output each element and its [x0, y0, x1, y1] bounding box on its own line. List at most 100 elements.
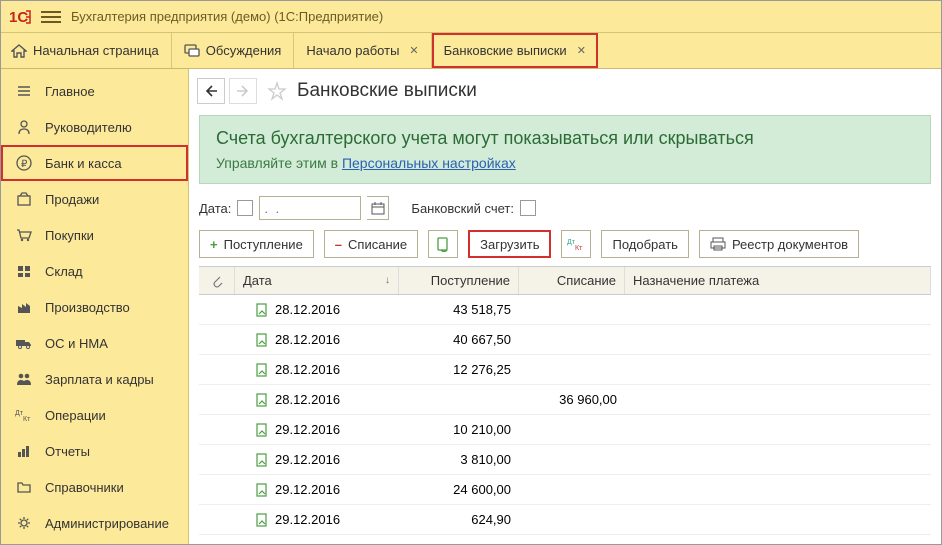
refresh-button[interactable] [428, 230, 458, 258]
calendar-button[interactable] [367, 196, 389, 220]
sidebar-item-label: Склад [45, 264, 83, 279]
table-row[interactable]: 28.12.201643 518,75 [199, 295, 931, 325]
tab-discussions[interactable]: Обсуждения [172, 33, 295, 68]
table-row[interactable]: 29.12.201624 600,00 [199, 475, 931, 505]
column-date[interactable]: Дата ↓ [235, 267, 399, 294]
document-icon [255, 393, 269, 407]
sidebar-item-operations[interactable]: ДтКт Операции [1, 397, 188, 433]
banner-title: Счета бухгалтерского учета могут показыв… [216, 128, 914, 149]
tab-start[interactable]: Начало работы ✕ [294, 33, 431, 68]
cell-income: 24 600,00 [399, 482, 519, 497]
content: Банковские выписки Счета бухгалтерского … [189, 69, 941, 544]
main-menu-button[interactable] [41, 7, 61, 27]
expense-button[interactable]: – Списание [324, 230, 418, 258]
nav-forward-button[interactable] [229, 78, 257, 104]
date-checkbox[interactable] [237, 200, 253, 216]
sidebar-item-assets[interactable]: ОС и НМА [1, 325, 188, 361]
cart-icon [15, 226, 33, 244]
load-button-label: Загрузить [480, 237, 539, 252]
chart-icon [15, 442, 33, 460]
cell-income: 40 667,50 [399, 332, 519, 347]
account-label: Банковский счет: [411, 201, 514, 216]
document-icon [255, 453, 269, 467]
column-attachment[interactable] [199, 267, 235, 294]
cell-date: 28.12.2016 [275, 362, 340, 377]
cell-income: 12 276,25 [399, 362, 519, 377]
column-income[interactable]: Поступление [399, 267, 519, 294]
printer-icon [710, 237, 726, 251]
sidebar-item-sales[interactable]: Продажи [1, 181, 188, 217]
document-icon [255, 513, 269, 527]
grid-icon [15, 262, 33, 280]
tab-bank-statements[interactable]: Банковские выписки ✕ [432, 33, 598, 68]
document-icon [255, 303, 269, 317]
tab-discussions-label: Обсуждения [206, 43, 282, 58]
plus-icon: + [210, 237, 218, 252]
income-button-label: Поступление [224, 237, 303, 252]
tab-bank-label: Банковские выписки [444, 43, 567, 58]
people-icon [15, 370, 33, 388]
gear-icon [15, 514, 33, 532]
chat-icon [184, 44, 200, 58]
close-icon[interactable]: ✕ [409, 44, 418, 57]
svg-text:Кт: Кт [575, 245, 583, 251]
svg-text:₽: ₽ [21, 159, 28, 170]
ruble-icon: ₽ [15, 154, 33, 172]
banner-link[interactable]: Персональных настройках [342, 155, 516, 171]
sidebar-item-label: Зарплата и кадры [45, 372, 154, 387]
sidebar-item-production[interactable]: Производство [1, 289, 188, 325]
pick-button[interactable]: Подобрать [601, 230, 688, 258]
sidebar-item-label: Банк и касса [45, 156, 122, 171]
column-expense[interactable]: Списание [519, 267, 625, 294]
factory-icon [15, 298, 33, 316]
table-row[interactable]: 28.12.201640 667,50 [199, 325, 931, 355]
list-icon [15, 82, 33, 100]
truck-icon [15, 334, 33, 352]
logo-1c: 1С [9, 7, 35, 27]
sidebar-item-purchases[interactable]: Покупки [1, 217, 188, 253]
sidebar-item-label: Отчеты [45, 444, 90, 459]
sidebar-item-bank[interactable]: ₽ Банк и касса [1, 145, 188, 181]
dtkt-button[interactable]: ДтКт [561, 230, 591, 258]
expense-button-label: Списание [348, 237, 407, 252]
sidebar-item-label: Покупки [45, 228, 94, 243]
table-row[interactable]: 28.12.2016 12 276,25 [199, 355, 931, 385]
tab-home[interactable]: Начальная страница [1, 33, 172, 68]
sidebar-item-main[interactable]: Главное [1, 73, 188, 109]
sidebar-item-catalogs[interactable]: Справочники [1, 469, 188, 505]
account-checkbox[interactable] [520, 200, 536, 216]
nav-back-button[interactable] [197, 78, 225, 104]
sidebar-item-warehouse[interactable]: Склад [1, 253, 188, 289]
sidebar-item-admin[interactable]: Администрирование [1, 505, 188, 541]
cell-income: 624,90 [399, 512, 519, 527]
info-banner: Счета бухгалтерского учета могут показыв… [199, 115, 931, 184]
dtkt-icon: ДтКт [15, 406, 33, 424]
registry-button-label: Реестр документов [732, 237, 848, 252]
box-icon [15, 190, 33, 208]
table-row[interactable]: 28.12.201636 960,00 [199, 385, 931, 415]
date-label: Дата: [199, 201, 231, 216]
table-row[interactable]: 29.12.20163 810,00 [199, 445, 931, 475]
cell-income: 43 518,75 [399, 302, 519, 317]
star-icon[interactable] [267, 81, 287, 101]
sidebar: Главное Руководителю ₽ Банк и касса Прод… [1, 69, 189, 544]
close-icon[interactable]: ✕ [577, 44, 586, 57]
tab-start-label: Начало работы [306, 43, 399, 58]
load-button[interactable]: Загрузить [468, 230, 551, 258]
registry-button[interactable]: Реестр документов [699, 230, 859, 258]
income-button[interactable]: + Поступление [199, 230, 314, 258]
minus-icon: – [335, 237, 342, 252]
cell-income: 10 210,00 [399, 422, 519, 437]
sidebar-item-label: Операции [45, 408, 106, 423]
sidebar-item-manager[interactable]: Руководителю [1, 109, 188, 145]
toolbar: + Поступление – Списание Загрузить ДтКт … [189, 228, 941, 266]
person-icon [15, 118, 33, 136]
table-row[interactable]: 29.12.2016624,90 [199, 505, 931, 535]
table-row[interactable]: 29.12.201610 210,00 [199, 415, 931, 445]
column-purpose[interactable]: Назначение платежа [625, 267, 931, 294]
sidebar-item-reports[interactable]: Отчеты [1, 433, 188, 469]
document-icon [255, 333, 269, 347]
date-input[interactable] [259, 196, 361, 220]
banner-sub-prefix: Управляйте этим в [216, 155, 342, 171]
sidebar-item-payroll[interactable]: Зарплата и кадры [1, 361, 188, 397]
